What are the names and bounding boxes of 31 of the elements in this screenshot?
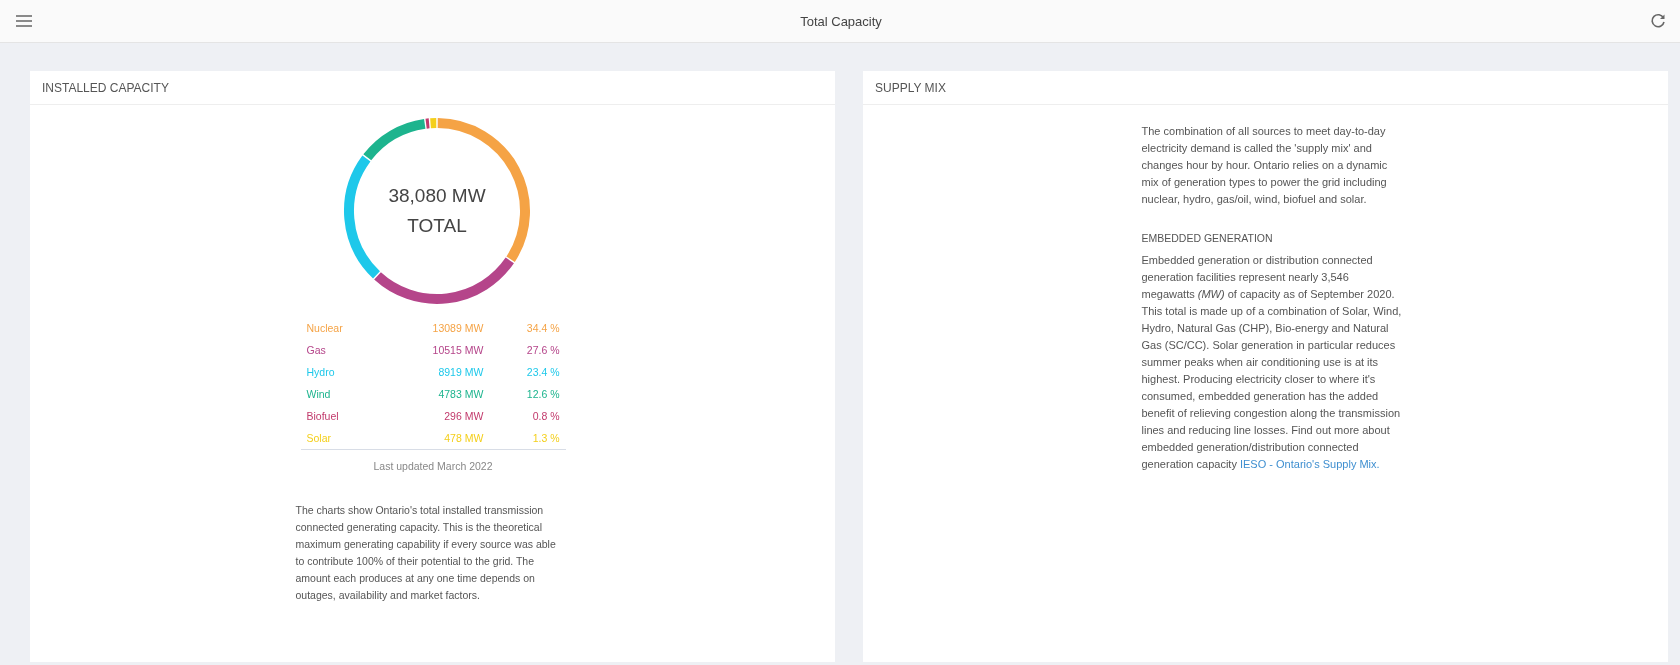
body-paragraph: Embedded generation or distribution connected generation facilities represent nearly 3,546 megawatts (MW) of capacity as of September 2020. This total is made up of a combination of Solar, Wind, Hydro, Natural Gas (CHP), Bio-energy and Natural Gas (SC/CC). Solar generation in particular reduces summer peaks when air conditioning use is at its highest. Producing electricity closer to where it's consumed, embedded generation has the added benefit of relieving congestion along the transmission lines and reducing line losses. Find out more about embedded generation/distribution connected generation capacity IESO - Ontario's Supply Mix. [1141, 253, 1403, 472]
total-label: TOTAL [407, 215, 467, 237]
intro-paragraph: The combination of all sources to meet day-to-day electricity demand is called the 'supply mix' and changes hour by hour. Ontario relies on a dynamic mix of generation types to power the grid including nuclear, hydro, gas/oil, wind, biofuel and solar. [1141, 124, 1389, 207]
percent-value: 27.6 % [525, 343, 561, 358]
source-name: Solar [300, 427, 383, 450]
refresh-icon[interactable] [1650, 13, 1666, 29]
panel-title: SUPPLY MIX [875, 80, 946, 95]
capacity-value: 10515 MW [431, 343, 485, 358]
capacity-value: 296 MW [443, 409, 485, 424]
source-name: Hydro [305, 365, 336, 380]
total-value: 38,080 MW [388, 185, 486, 207]
menu-icon[interactable] [16, 15, 32, 27]
capacity-value: 13089 MW [431, 321, 485, 336]
last-updated-text: Last updated March 2022 [373, 460, 493, 472]
section-heading: EMBEDDED GENERATION [1141, 231, 1274, 246]
capacity-value: 478 MW [382, 427, 490, 450]
percent-value: 0.8 % [531, 409, 561, 424]
percent-value: 23.4 % [525, 365, 561, 380]
percent-value: 12.6 % [525, 387, 561, 402]
source-name: Nuclear [305, 321, 344, 336]
source-name: Gas [305, 343, 327, 358]
page-title: Total Capacity [800, 13, 882, 29]
supply-mix-link[interactable]: IESO - Ontario's Supply Mix. [1239, 458, 1380, 470]
source-name: Biofuel [305, 409, 340, 424]
capacity-value: 4783 MW [437, 387, 485, 402]
percent-value: 34.4 % [525, 321, 561, 336]
source-name: Wind [305, 387, 332, 402]
percent-value: 1.3 % [489, 427, 566, 450]
capacity-value: 8919 MW [437, 365, 485, 380]
description-paragraph: The charts show Ontario's total installed transmission connected generating capacity. This is the theoretical maximum generating capability if every source was able to contribute 100% of their potential to the grid. The amount each produces at any one time depends on outages, availability and market factors. [295, 503, 557, 603]
panel-title: INSTALLED CAPACITY [42, 80, 169, 95]
